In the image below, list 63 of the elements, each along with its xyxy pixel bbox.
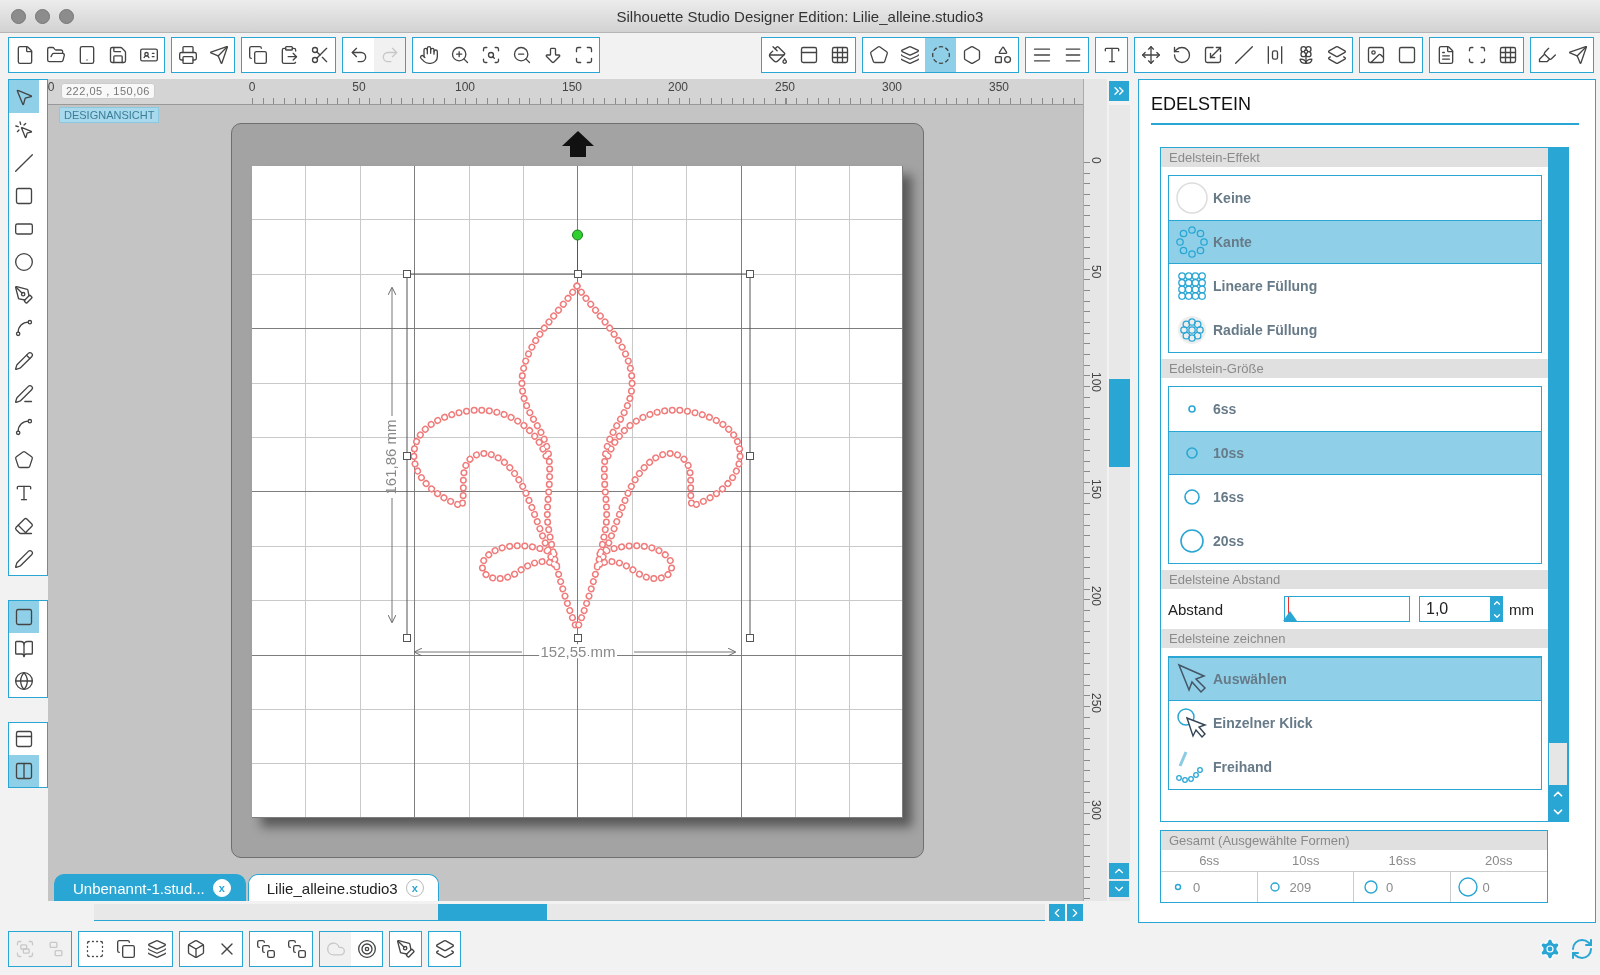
coordinates-readout: 222,05 , 150,06	[61, 83, 155, 99]
column-header: 10ss	[1257, 850, 1354, 872]
option-label: 6ss	[1213, 401, 1237, 417]
window-title: Silhouette Studio Designer Edition: Lilie_alleine.studio3	[616, 7, 984, 25]
spacing-field[interactable]: 1,0	[1419, 596, 1491, 622]
ruler-label: 0	[1089, 157, 1103, 164]
option-label: Auswählen	[1213, 671, 1287, 687]
close-tab-button[interactable]: x	[405, 879, 424, 897]
ruler-label: 250	[775, 80, 795, 94]
ruler-label: 350	[989, 80, 1009, 94]
ruler-label: 50	[1089, 265, 1103, 279]
option-row[interactable]: 6ss	[1169, 387, 1541, 431]
ruler-label: 0	[248, 80, 256, 94]
count-value: 209	[1289, 879, 1312, 895]
document-tab[interactable]: Unbenannt-1.stud... x	[54, 874, 246, 901]
column-header: 6ss	[1161, 850, 1258, 872]
option-label: Kante	[1213, 234, 1252, 250]
option-label: Einzelner Klick	[1213, 715, 1313, 731]
section-header: Edelsteine Abstand	[1161, 570, 1548, 589]
ruler-label: 250	[1089, 693, 1103, 714]
ruler-label: 200	[668, 80, 688, 94]
ruler-label: 100	[1089, 372, 1103, 393]
ruler-label: 200	[1089, 586, 1103, 607]
spacing-label: Abstand	[1168, 600, 1225, 618]
option-label: 16ss	[1213, 489, 1245, 505]
panel-title: EDELSTEIN	[1151, 94, 1579, 125]
option-row[interactable]: Keine	[1169, 176, 1541, 220]
ruler-label: 300	[882, 80, 902, 94]
option-row[interactable]: 16ss	[1169, 475, 1541, 519]
option-row[interactable]: Freihand	[1169, 745, 1541, 789]
option-label: Keine	[1213, 190, 1252, 206]
option-label: Radiale Füllung	[1213, 322, 1318, 338]
option-row[interactable]: Einzelner Klick	[1169, 701, 1541, 745]
option-label: Lineare Füllung	[1213, 278, 1318, 294]
count-value: 0	[1386, 879, 1394, 895]
ruler-label: 0	[47, 80, 55, 94]
column-header: 16ss	[1354, 850, 1451, 872]
option-row[interactable]: Auswählen	[1169, 657, 1541, 701]
ruler-label: 150	[1089, 479, 1103, 500]
option-row[interactable]: Lineare Füllung	[1169, 264, 1541, 308]
ruler-label: 150	[562, 80, 582, 94]
option-label: 20ss	[1213, 533, 1245, 549]
count-value: 0	[1482, 879, 1490, 895]
ruler-label: 100	[455, 80, 475, 94]
option-row[interactable]: Kante	[1169, 220, 1541, 264]
option-label: 10ss	[1213, 445, 1245, 461]
option-row[interactable]: 10ss	[1169, 431, 1541, 475]
option-label: Freihand	[1213, 759, 1273, 775]
option-row[interactable]: 20ss	[1169, 519, 1541, 563]
close-tab-button[interactable]: x	[212, 879, 231, 897]
option-row[interactable]: Radiale Füllung	[1169, 308, 1541, 352]
column-header: 20ss	[1450, 850, 1547, 872]
section-header: Edelstein-Größe	[1161, 359, 1548, 378]
ruler-label: 50	[352, 80, 366, 94]
unit-label: mm	[1509, 600, 1534, 618]
section-header: Edelsteine zeichnen	[1161, 629, 1548, 648]
ruler-label: 300	[1089, 800, 1103, 821]
dimension-label: 161,86 mm	[381, 419, 399, 495]
document-tab[interactable]: Lilie_alleine.studio3 x	[247, 874, 439, 901]
section-header: Edelstein-Effekt	[1161, 148, 1548, 167]
count-value: 0	[1193, 879, 1201, 895]
totals-header: Gesamt (Ausgewählte Formen)	[1161, 831, 1547, 850]
view-badge: DESIGNANSICHT	[59, 107, 160, 123]
